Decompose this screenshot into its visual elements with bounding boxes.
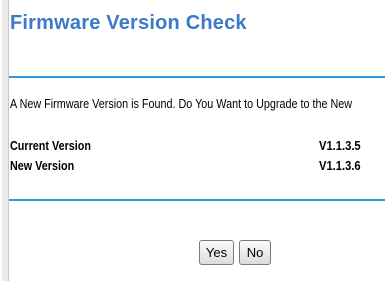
page-left-border	[2, 0, 9, 281]
top-divider	[9, 76, 385, 78]
upgrade-message: A New Firmware Version is Found. Do You …	[10, 96, 353, 111]
bottom-divider	[9, 199, 385, 201]
yes-button[interactable]: Yes	[199, 240, 234, 265]
page-title: Firmware Version Check	[10, 12, 247, 34]
new-version-label: New Version	[10, 158, 75, 173]
current-version-label: Current Version	[10, 138, 91, 153]
new-version-value: V1.1.3.6	[319, 158, 361, 173]
current-version-value: V1.1.3.5	[319, 138, 361, 153]
no-button[interactable]: No	[239, 240, 271, 265]
